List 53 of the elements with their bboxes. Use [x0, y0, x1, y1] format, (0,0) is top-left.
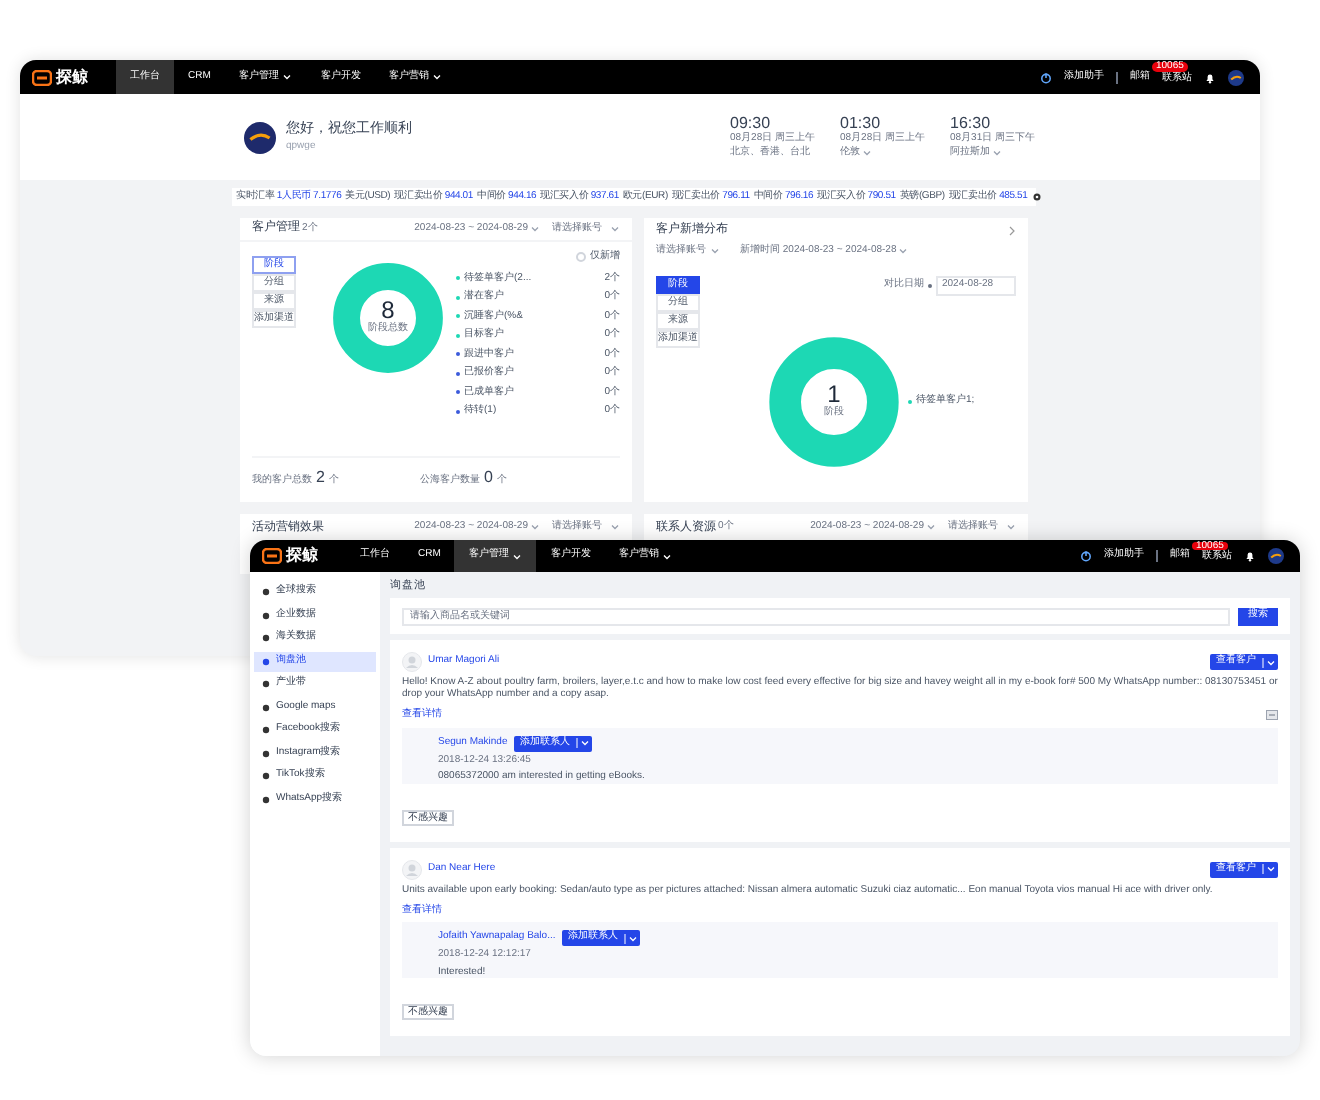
- caret-icon: [627, 933, 638, 943]
- caret-icon: [926, 522, 936, 533]
- caret-icon: [862, 148, 872, 159]
- caret-icon: [710, 246, 720, 257]
- bell-icon: [1244, 550, 1256, 562]
- chevron-right-icon: [1008, 226, 1016, 236]
- dot-icon: [262, 703, 270, 711]
- collapse-icon: [1266, 710, 1278, 721]
- caret-icon: [610, 522, 620, 533]
- caret-icon: [530, 522, 540, 533]
- dot-icon: [262, 657, 270, 665]
- user-avatar-icon: [402, 652, 422, 672]
- checkbox[interactable]: [576, 252, 586, 263]
- dot-icon: [262, 611, 270, 619]
- dot-icon: [262, 726, 270, 734]
- total-number: 1: [827, 381, 841, 406]
- caret-icon: [530, 224, 540, 234]
- avatar-icon: [244, 121, 276, 153]
- clock-time: 16:30: [950, 113, 993, 131]
- logo-icon: [32, 69, 52, 85]
- dot-icon: [262, 795, 270, 803]
- donut-chart-drawing: [768, 335, 900, 467]
- bell-icon: [1204, 71, 1216, 83]
- stat-value: 0: [484, 466, 493, 490]
- caret-icon: [579, 738, 590, 748]
- caret-icon: [992, 148, 1002, 159]
- caret-icon: [432, 72, 443, 82]
- dot-icon: [262, 749, 270, 757]
- clock-time: 01:30: [840, 113, 883, 131]
- logo-icon: [262, 548, 282, 564]
- caret-icon: [1006, 522, 1016, 533]
- caret-icon: [610, 224, 620, 234]
- logo-text: 探鲸: [286, 544, 318, 568]
- power-icon: [1080, 550, 1092, 562]
- dot-icon: [262, 772, 270, 780]
- caret-icon: [1266, 657, 1276, 667]
- total-number: 8: [381, 298, 395, 323]
- caret-icon: [1266, 864, 1276, 874]
- avatar-icon: [1268, 548, 1284, 564]
- caret-icon: [512, 551, 523, 561]
- logo-text: 探鲸: [56, 65, 88, 89]
- stat-value: 2: [316, 466, 325, 490]
- caret-icon: [282, 72, 293, 82]
- avatar-icon: [1228, 69, 1244, 85]
- dot-icon: [262, 634, 270, 642]
- clock-time: 09:30: [730, 113, 773, 131]
- caret-icon: [898, 246, 909, 257]
- dot-icon: [262, 588, 270, 596]
- dot-icon: [262, 680, 270, 688]
- caret-icon: [662, 551, 673, 561]
- donut-chart-drawing: [332, 262, 444, 374]
- power-icon: [1040, 71, 1052, 83]
- user-avatar-icon: [402, 859, 422, 879]
